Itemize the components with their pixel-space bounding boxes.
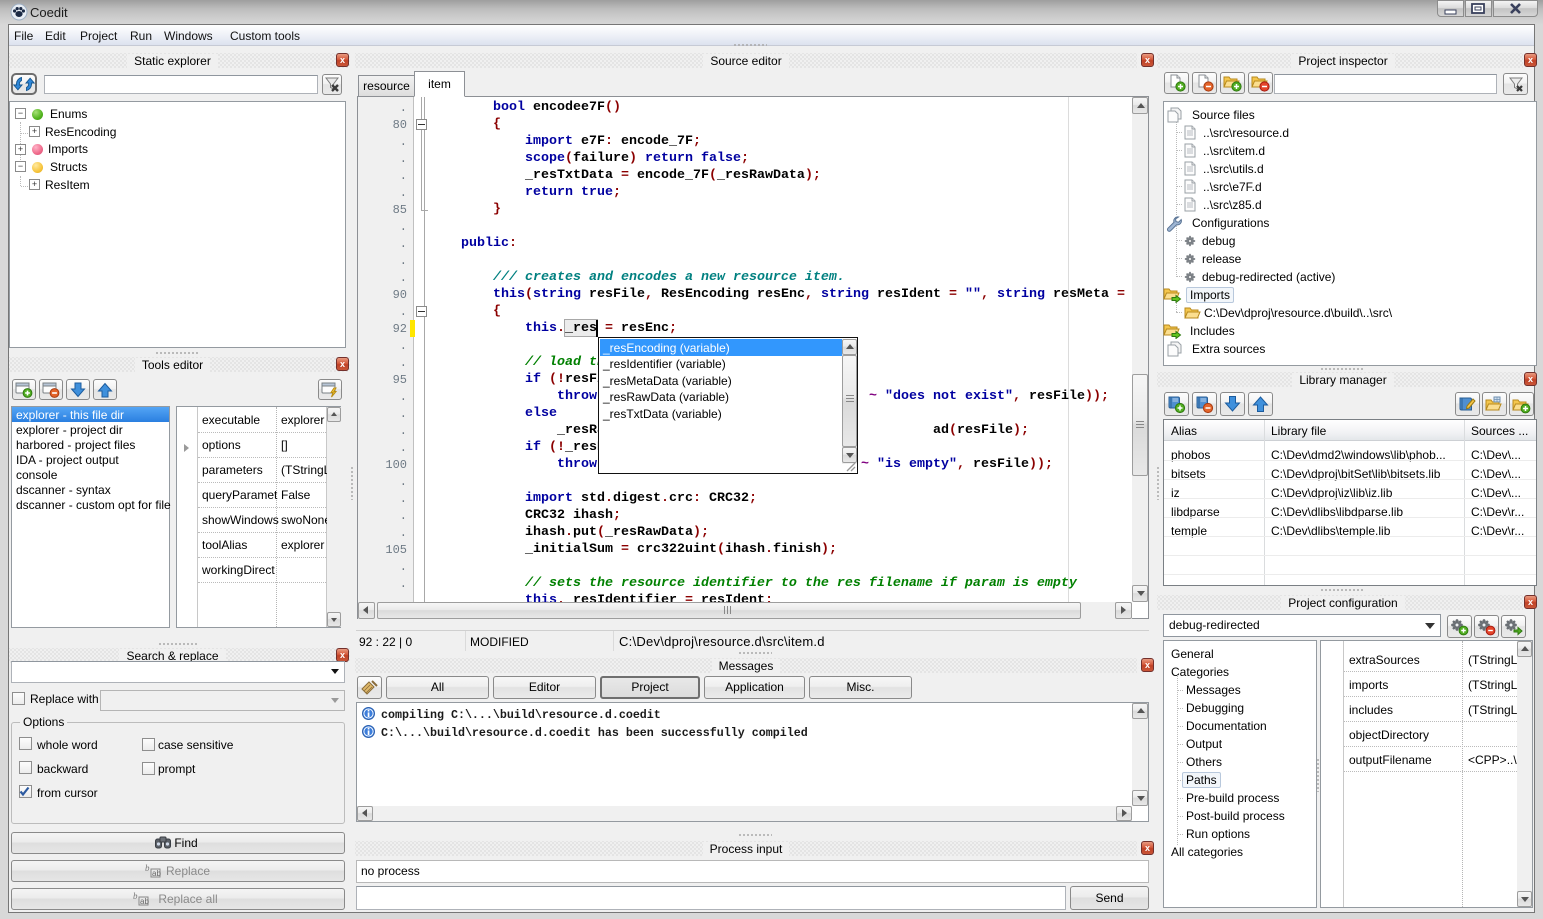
svg-text:b: b [145,863,150,873]
svg-text:ab: ab [140,897,149,906]
svg-text:ab: ab [152,869,161,878]
svg-text:b: b [133,891,138,901]
